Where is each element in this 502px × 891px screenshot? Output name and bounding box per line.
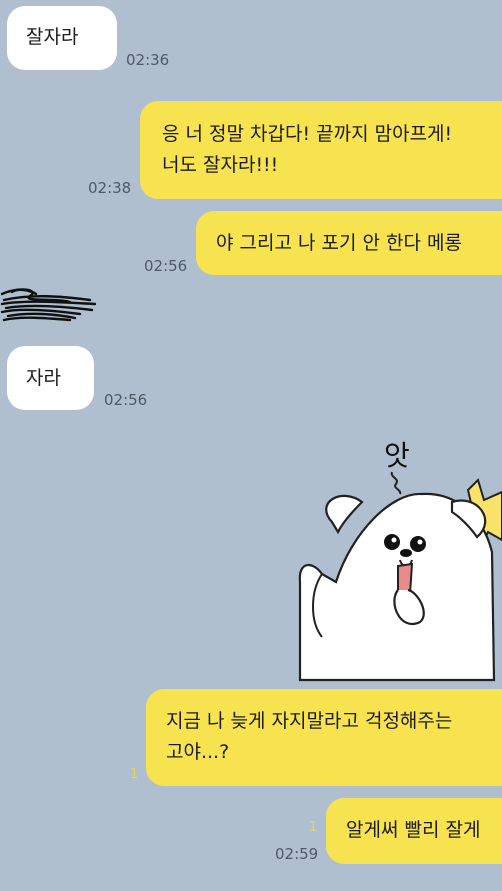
incoming-message-bubble[interactable]: 잘자라 (7, 6, 117, 70)
message-text-line: 너도 잘자라!!! (162, 154, 279, 176)
outgoing-message-bubble[interactable]: 야 그리고 나 포기 안 한다 메롱 (196, 211, 502, 275)
outgoing-message-bubble[interactable]: 응 너 정말 차갑다! 끝까지 맘아프게! 너도 잘자라!!! (140, 101, 502, 199)
message-text: 자라 (26, 367, 61, 389)
unread-count: 1 (309, 820, 318, 835)
outgoing-message-bubble[interactable]: 알게써 빨리 잘게 (326, 798, 502, 864)
message-timestamp: 02:36 (126, 51, 170, 69)
message-timestamp: 02:38 (88, 179, 132, 197)
message-text-line: 응 너 정말 차갑다! 끝까지 맘아프게! (162, 123, 453, 145)
message-text-line: 고야...? (166, 741, 230, 763)
message-timestamp: 02:56 (144, 257, 188, 275)
message-timestamp: 02:59 (275, 845, 319, 863)
message-text: 잘자라 (26, 26, 79, 48)
outgoing-message-bubble[interactable]: 지금 나 늦게 자지말라고 걱정해주는 고야...? (146, 689, 502, 786)
message-text: 알게써 빨리 잘게 (346, 819, 481, 841)
message-timestamp: 02:56 (104, 391, 148, 409)
scribbled-profile-name (0, 288, 97, 322)
dog-sticker[interactable]: 앗 (292, 432, 502, 682)
unread-count: 1 (130, 767, 139, 782)
incoming-message-bubble[interactable]: 자라 (7, 346, 94, 410)
message-text-line: 지금 나 늦게 자지말라고 걱정해주는 (166, 710, 453, 732)
sticker-text: 앗 (384, 439, 410, 472)
message-text: 야 그리고 나 포기 안 한다 메롱 (216, 232, 462, 254)
